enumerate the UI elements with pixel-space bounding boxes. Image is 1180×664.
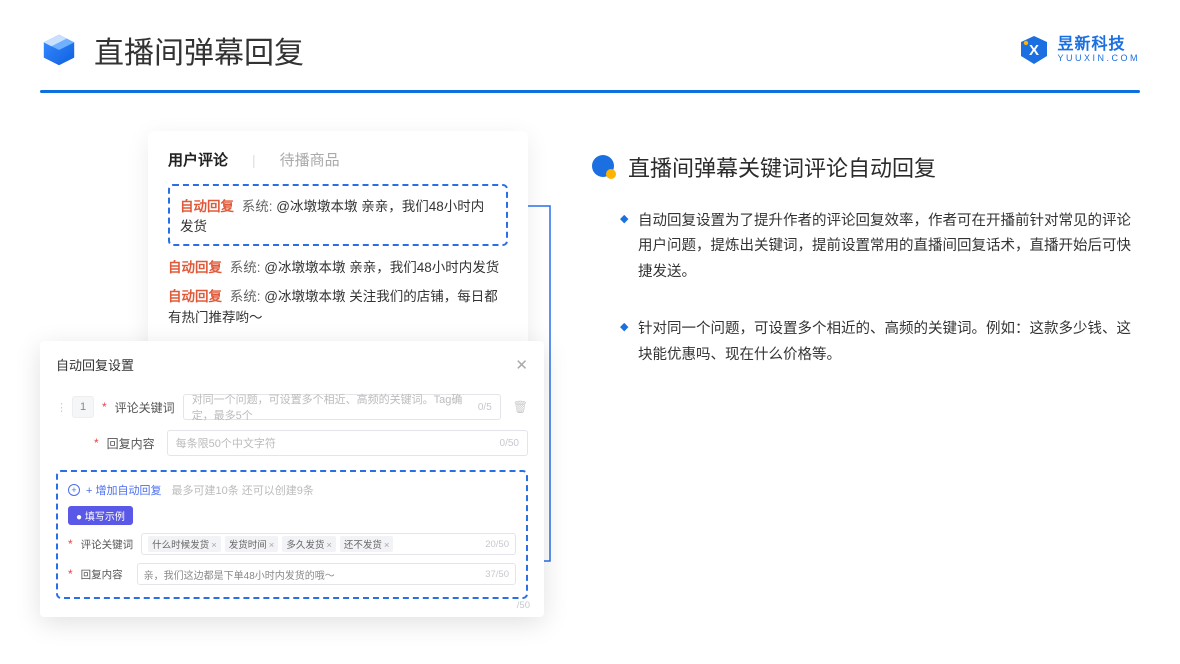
- keyword-input[interactable]: 对同一个问题，可设置多个相近、高频的关键词。Tag确定，最多5个 0/5: [183, 394, 501, 420]
- keyword-placeholder: 对同一个问题，可设置多个相近、高频的关键词。Tag确定，最多5个: [192, 391, 478, 423]
- description-column: 直播间弹幕关键词评论自动回复 自动回复设置为了提升作者的评论回复效率，作者可在开…: [590, 131, 1140, 601]
- reply-count: 0/50: [500, 438, 519, 449]
- auto-reply-badge: 自动回复: [168, 289, 222, 304]
- reply-field-row: * 回复内容 每条限50个中文字符 0/50: [56, 430, 528, 456]
- tab-user-comments[interactable]: 用户评论: [168, 149, 228, 170]
- comment-row: 自动回复 系统: @冰墩墩本墩 亲亲，我们48小时内发货: [168, 258, 508, 279]
- tab-separator: |: [252, 152, 256, 168]
- brand-name-cn: 昱新科技: [1057, 37, 1140, 54]
- page-header: 直播间弹幕回复 X 昱新科技 YUUXIN.COM: [0, 0, 1180, 90]
- example-block: + + 增加自动回复 最多可建10条 还可以创建9条 ● 填写示例 * 评论关键…: [56, 470, 528, 599]
- example-keyword-input[interactable]: 什么时候发货× 发货时间× 多久发货× 还不发货× 20/50: [141, 533, 516, 555]
- reply-input[interactable]: 每条限50个中文字符 0/50: [167, 430, 528, 456]
- auto-reply-badge: 自动回复: [180, 199, 234, 214]
- example-reply-input[interactable]: 亲，我们这边都是下单48小时内发货的哦～ 37/50: [137, 563, 516, 585]
- keyword-field-row: ⋮⋮ 1 * 评论关键词 对同一个问题，可设置多个相近、高频的关键词。Tag确定…: [56, 394, 528, 420]
- required-dot: *: [68, 537, 73, 551]
- keyword-tag[interactable]: 还不发货×: [340, 536, 394, 552]
- example-reply-count: 37/50: [485, 569, 509, 580]
- example-keyword-row: * 评论关键词 什么时候发货× 发货时间× 多久发货× 还不发货× 20/50: [68, 533, 516, 555]
- description-paragraph: 自动回复设置为了提升作者的评论回复效率，作者可在开播前针对常见的评论用户问题，提…: [620, 209, 1140, 285]
- plus-icon: +: [68, 484, 80, 496]
- keyword-label: 评论关键词: [115, 399, 175, 416]
- index-badge: 1: [72, 396, 94, 418]
- reply-label: 回复内容: [107, 435, 159, 452]
- keyword-tag[interactable]: 多久发货×: [282, 536, 336, 552]
- example-reply-row: * 回复内容 亲，我们这边都是下单48小时内发货的哦～ 37/50: [68, 563, 516, 585]
- cube-icon: [40, 31, 78, 69]
- settings-title: 自动回复设置: [56, 355, 134, 374]
- reply-placeholder: 每条限50个中文字符: [176, 435, 276, 451]
- settings-panel: 自动回复设置 ✕ ⋮⋮ 1 * 评论关键词 对同一个问题，可设置多个相近、高频的…: [40, 341, 544, 617]
- add-auto-reply-button[interactable]: + + 增加自动回复 最多可建10条 还可以创建9条: [68, 482, 516, 498]
- add-hint: 最多可建10条 还可以创建9条: [171, 482, 313, 498]
- example-reply-text: 亲，我们这边都是下单48小时内发货的哦～: [144, 567, 335, 582]
- delete-icon[interactable]: 🗑: [513, 400, 528, 414]
- brand-name-en: YUUXIN.COM: [1057, 54, 1140, 63]
- drag-handle-icon[interactable]: ⋮⋮: [56, 401, 64, 414]
- comment-row: 自动回复 系统: @冰墩墩本墩 关注我们的店铺，每日都有热门推荐哟～: [168, 287, 508, 329]
- svg-text:X: X: [1029, 42, 1039, 59]
- example-keyword-label: 评论关键词: [81, 537, 134, 552]
- brand-mark-icon: X: [1019, 35, 1049, 65]
- demo-column: 用户评论 | 待播商品 自动回复 系统: @冰墩墩本墩 亲亲，我们48小时内发货…: [40, 131, 560, 601]
- keyword-count: 0/5: [478, 402, 492, 413]
- example-reply-label: 回复内容: [81, 567, 129, 582]
- comment-highlighted: 自动回复 系统: @冰墩墩本墩 亲亲，我们48小时内发货: [168, 184, 508, 246]
- tab-pending-products[interactable]: 待播商品: [280, 149, 340, 170]
- add-label: + 增加自动回复: [86, 482, 161, 498]
- brand-logo: X 昱新科技 YUUXIN.COM: [1019, 35, 1140, 65]
- system-label: 系统:: [230, 289, 261, 304]
- section-title: 直播间弹幕关键词评论自动回复: [628, 151, 936, 183]
- comment-text: @冰墩墩本墩 亲亲，我们48小时内发货: [264, 260, 499, 275]
- bubble-icon: [590, 153, 618, 181]
- required-dot: *: [68, 567, 73, 581]
- close-icon[interactable]: ✕: [515, 356, 528, 374]
- page-title: 直播间弹幕回复: [94, 28, 1019, 72]
- system-label: 系统:: [230, 260, 261, 275]
- stray-count: /50: [517, 600, 530, 611]
- example-pill: ● 填写示例: [68, 506, 133, 525]
- section-heading: 直播间弹幕关键词评论自动回复: [590, 151, 1140, 183]
- keyword-tag[interactable]: 发货时间×: [225, 536, 279, 552]
- example-keyword-count: 20/50: [485, 539, 509, 550]
- keyword-tag[interactable]: 什么时候发货×: [148, 536, 221, 552]
- required-dot: *: [94, 436, 99, 450]
- required-dot: *: [102, 400, 107, 414]
- auto-reply-badge: 自动回复: [168, 260, 222, 275]
- system-label: 系统:: [242, 199, 273, 214]
- description-paragraph: 针对同一个问题，可设置多个相近的、高频的关键词。例如：这款多少钱、这块能优惠吗、…: [620, 317, 1140, 368]
